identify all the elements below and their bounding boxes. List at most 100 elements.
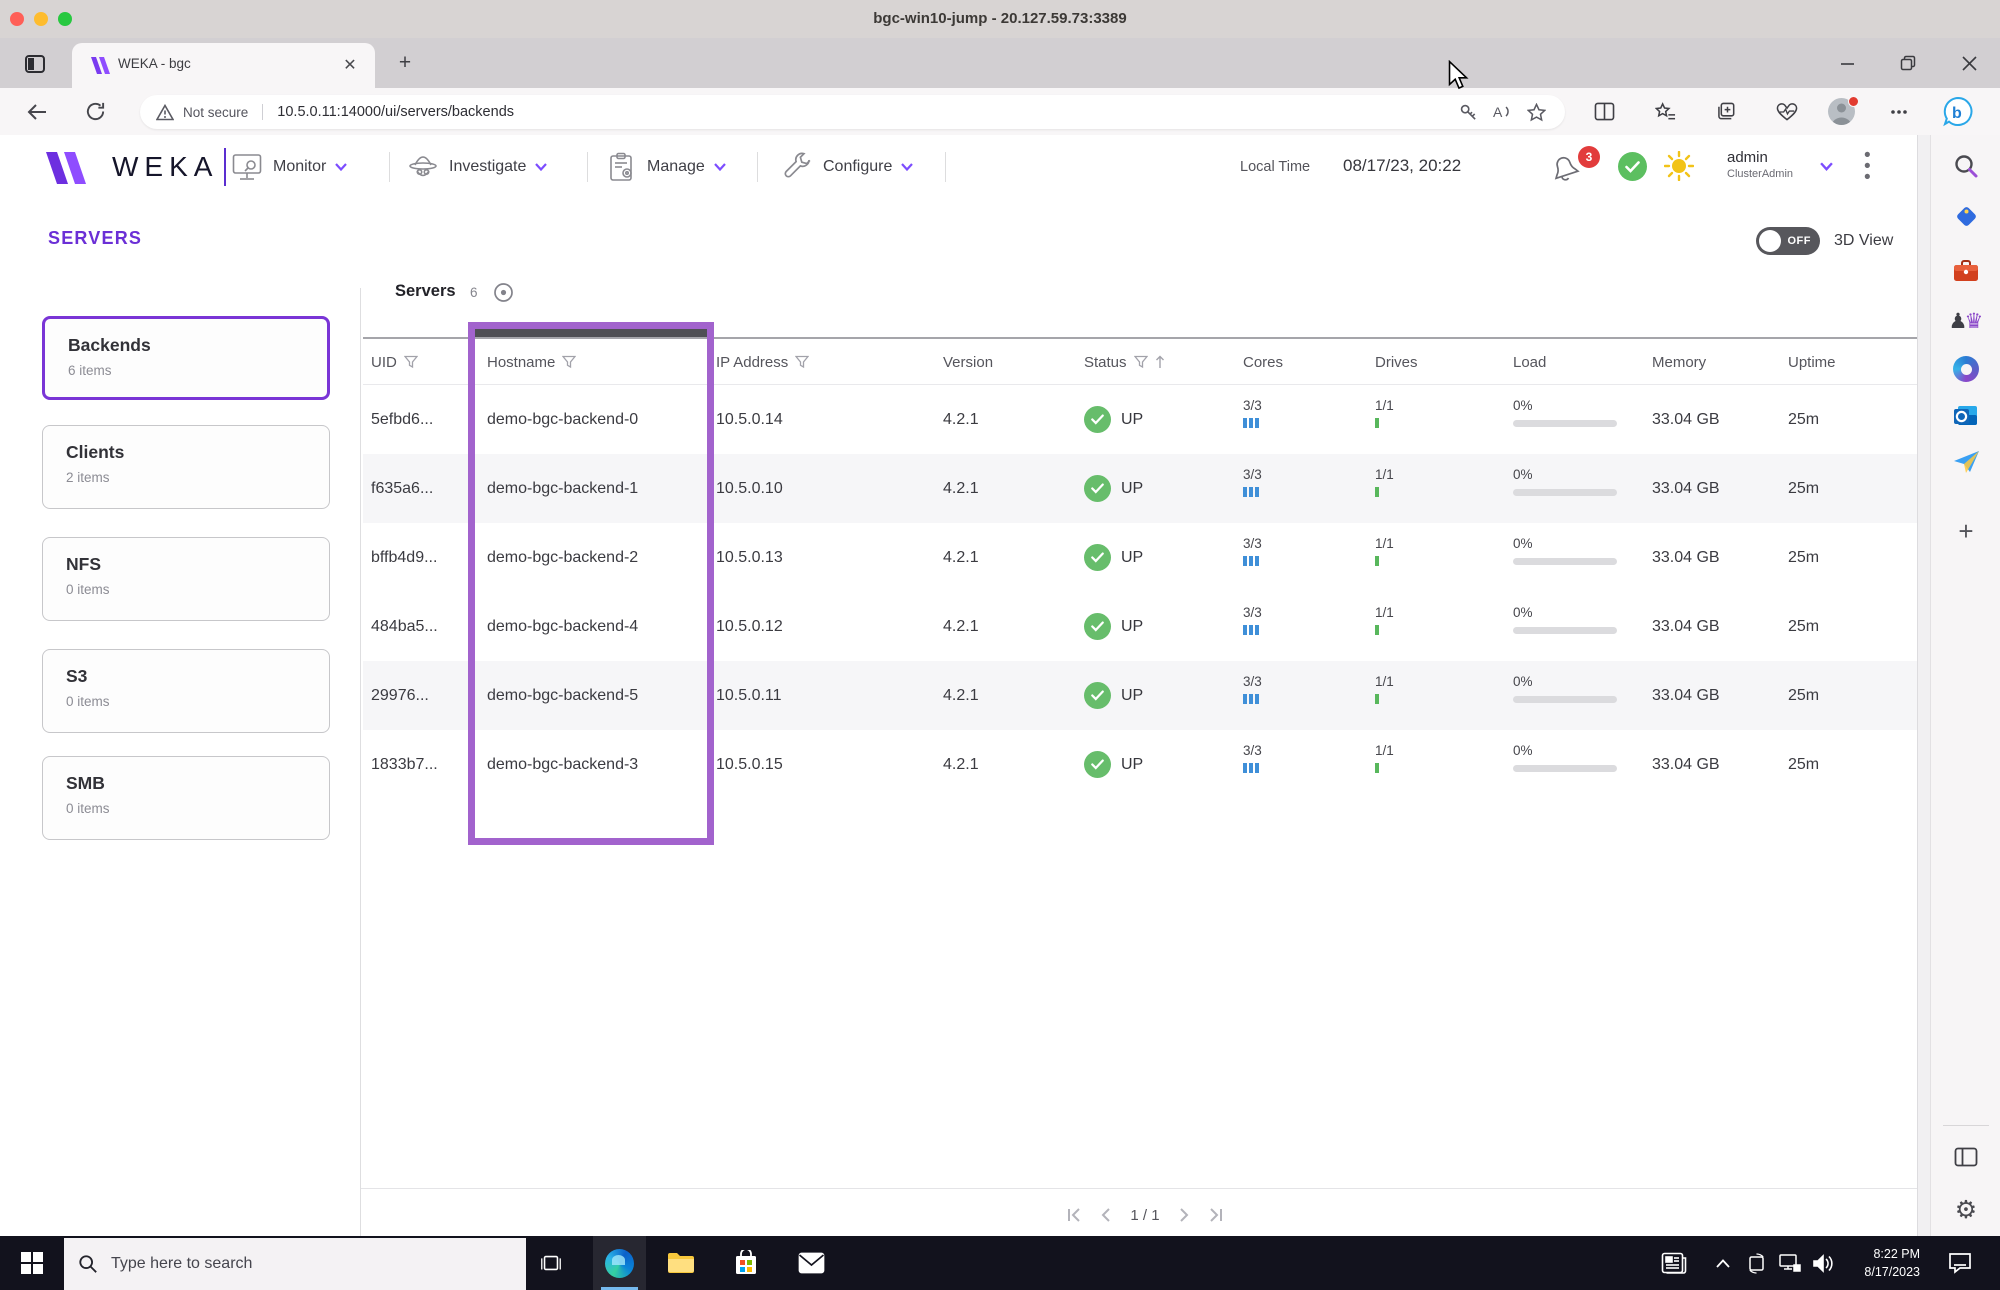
taskbar-clock[interactable]: 8:22 PM 8/17/2023 bbox=[1848, 1245, 1920, 1281]
sidebar-m365-icon[interactable] bbox=[1948, 351, 1984, 387]
nav-manage[interactable]: Manage bbox=[608, 135, 726, 198]
cell-status: UP bbox=[1084, 454, 1143, 523]
chevron-down-icon bbox=[335, 162, 348, 171]
page-indicator: 1 / 1 bbox=[1130, 1206, 1160, 1224]
chevron-down-icon bbox=[714, 162, 726, 171]
sidebar-search-icon[interactable] bbox=[1948, 148, 1984, 184]
3d-view-toggle[interactable]: OFF bbox=[1756, 227, 1820, 255]
edge-icon-highlight bbox=[612, 1255, 625, 1265]
nav-investigate[interactable]: Investigate bbox=[408, 135, 548, 198]
sidebar-games-icon[interactable]: ♟ ♛ bbox=[1948, 303, 1984, 339]
refresh-icon[interactable] bbox=[77, 88, 113, 135]
sidebar-panel-icon[interactable] bbox=[1948, 1139, 1984, 1175]
column-status[interactable]: Status bbox=[1084, 339, 1165, 385]
column-uid[interactable]: UID bbox=[371, 339, 418, 385]
windows-taskbar: Type here to search 8:22 PM 8/17/2023 bbox=[0, 1236, 2000, 1290]
weka-favicon bbox=[91, 57, 110, 74]
settings-more-icon[interactable] bbox=[1881, 88, 1917, 135]
pagination-divider bbox=[361, 1188, 1917, 1189]
weka-logo bbox=[46, 152, 86, 184]
file-explorer-icon[interactable] bbox=[655, 1236, 707, 1290]
notifications-bell-icon[interactable] bbox=[1548, 150, 1582, 184]
cell-memory: 33.04 GB bbox=[1652, 618, 1720, 635]
more-options-kebab-icon[interactable]: • • • bbox=[1864, 146, 1871, 187]
sort-asc-icon[interactable] bbox=[1155, 355, 1165, 369]
tab-actions-icon[interactable] bbox=[14, 46, 56, 82]
sidebar-item-smb[interactable]: SMB 0 items bbox=[42, 756, 330, 840]
minimize-window-button[interactable] bbox=[1830, 48, 1864, 78]
cell-cores: 3/3 bbox=[1243, 605, 1262, 635]
column-uptime[interactable]: Uptime bbox=[1788, 339, 1836, 385]
remote-display-icon[interactable] bbox=[1740, 1236, 1772, 1290]
microsoft-store-icon[interactable] bbox=[720, 1236, 772, 1290]
close-window-button[interactable] bbox=[1952, 48, 1986, 78]
sidebar-outlook-icon[interactable] bbox=[1948, 398, 1984, 434]
last-page-icon[interactable] bbox=[1208, 1207, 1224, 1223]
new-tab-button[interactable]: + bbox=[392, 50, 418, 76]
taskbar-search[interactable]: Type here to search bbox=[64, 1238, 526, 1290]
previous-page-icon[interactable] bbox=[1100, 1207, 1112, 1223]
next-page-icon[interactable] bbox=[1178, 1207, 1190, 1223]
back-icon[interactable] bbox=[19, 88, 55, 135]
status-up-icon bbox=[1084, 406, 1111, 433]
nav-configure[interactable]: Configure bbox=[782, 135, 914, 198]
column-load[interactable]: Load bbox=[1513, 339, 1546, 385]
restore-window-button[interactable] bbox=[1891, 48, 1925, 78]
volume-icon[interactable] bbox=[1806, 1236, 1840, 1290]
cell-uid: 1833b7... bbox=[371, 756, 438, 773]
nav-monitor[interactable]: Monitor bbox=[232, 135, 348, 198]
status-up-icon bbox=[1084, 475, 1111, 502]
action-center-icon[interactable] bbox=[1934, 1236, 1986, 1290]
visibility-eye-icon[interactable] bbox=[493, 282, 514, 303]
filter-icon[interactable] bbox=[795, 355, 810, 369]
address-bar[interactable]: Not secure 10.5.0.11:14000/ui/servers/ba… bbox=[140, 95, 1565, 129]
filter-icon[interactable] bbox=[403, 355, 418, 369]
sidebar-shopping-icon[interactable] bbox=[1948, 198, 1984, 234]
mail-icon[interactable] bbox=[785, 1236, 837, 1290]
browser-tab[interactable]: WEKA - bgc ✕ bbox=[72, 43, 375, 88]
favorite-star-icon[interactable] bbox=[1519, 95, 1553, 129]
tab-close-icon[interactable]: ✕ bbox=[339, 54, 361, 76]
cluster-healthy-icon[interactable] bbox=[1618, 152, 1647, 181]
sidebar-item-s3[interactable]: S3 0 items bbox=[42, 649, 330, 733]
taskbar-edge-active-tile[interactable] bbox=[593, 1236, 646, 1290]
favorites-icon[interactable] bbox=[1647, 88, 1683, 135]
configure-icon bbox=[784, 152, 811, 178]
read-aloud-icon[interactable]: A bbox=[1485, 95, 1519, 129]
sidebar-tools-icon[interactable] bbox=[1948, 253, 1984, 289]
sidebar-add-icon[interactable]: + bbox=[1948, 513, 1984, 549]
annotation-highlight-hostname-column bbox=[468, 322, 714, 845]
theme-sun-icon[interactable] bbox=[1664, 151, 1694, 181]
sidebar-settings-gear-icon[interactable]: ⚙ bbox=[1948, 1191, 1984, 1227]
first-page-icon[interactable] bbox=[1066, 1207, 1082, 1223]
sidebar-item-nfs[interactable]: NFS 0 items bbox=[42, 537, 330, 621]
password-key-icon[interactable] bbox=[1451, 95, 1485, 129]
tab-strip: WEKA - bgc ✕ + bbox=[0, 38, 2000, 88]
cell-memory: 33.04 GB bbox=[1652, 756, 1720, 773]
load-progress-track bbox=[1513, 420, 1617, 427]
task-view-icon[interactable] bbox=[525, 1236, 577, 1290]
browser-essentials-icon[interactable] bbox=[1769, 88, 1805, 135]
column-cores[interactable]: Cores bbox=[1243, 339, 1283, 385]
url-text[interactable]: 10.5.0.11:14000/ui/servers/backends bbox=[277, 104, 514, 120]
column-memory[interactable]: Memory bbox=[1652, 339, 1706, 385]
sidebar-item-backends[interactable]: Backends 6 items bbox=[42, 316, 330, 400]
sidebar-item-clients[interactable]: Clients 2 items bbox=[42, 425, 330, 509]
network-icon[interactable] bbox=[1772, 1236, 1806, 1290]
cell-drives: 1/1 bbox=[1375, 467, 1394, 497]
filter-icon[interactable] bbox=[1133, 355, 1148, 369]
widgets-news-icon[interactable] bbox=[1648, 1236, 1700, 1290]
copilot-bing-icon[interactable]: b bbox=[1940, 88, 1976, 135]
collections-icon[interactable] bbox=[1709, 88, 1745, 135]
cores-bars bbox=[1243, 418, 1262, 428]
column-drives[interactable]: Drives bbox=[1375, 339, 1418, 385]
split-screen-icon[interactable] bbox=[1586, 88, 1622, 135]
column-ip-address[interactable]: IP Address bbox=[716, 339, 810, 385]
column-version[interactable]: Version bbox=[943, 339, 993, 385]
load-progress-track bbox=[1513, 765, 1617, 772]
sidebar-drop-icon[interactable] bbox=[1948, 444, 1984, 480]
user-menu-chevron-icon[interactable] bbox=[1820, 162, 1833, 171]
cell-uid: 5efbd6... bbox=[371, 411, 434, 428]
start-button[interactable] bbox=[6, 1236, 58, 1290]
hidden-icons-chevron[interactable] bbox=[1708, 1236, 1738, 1290]
